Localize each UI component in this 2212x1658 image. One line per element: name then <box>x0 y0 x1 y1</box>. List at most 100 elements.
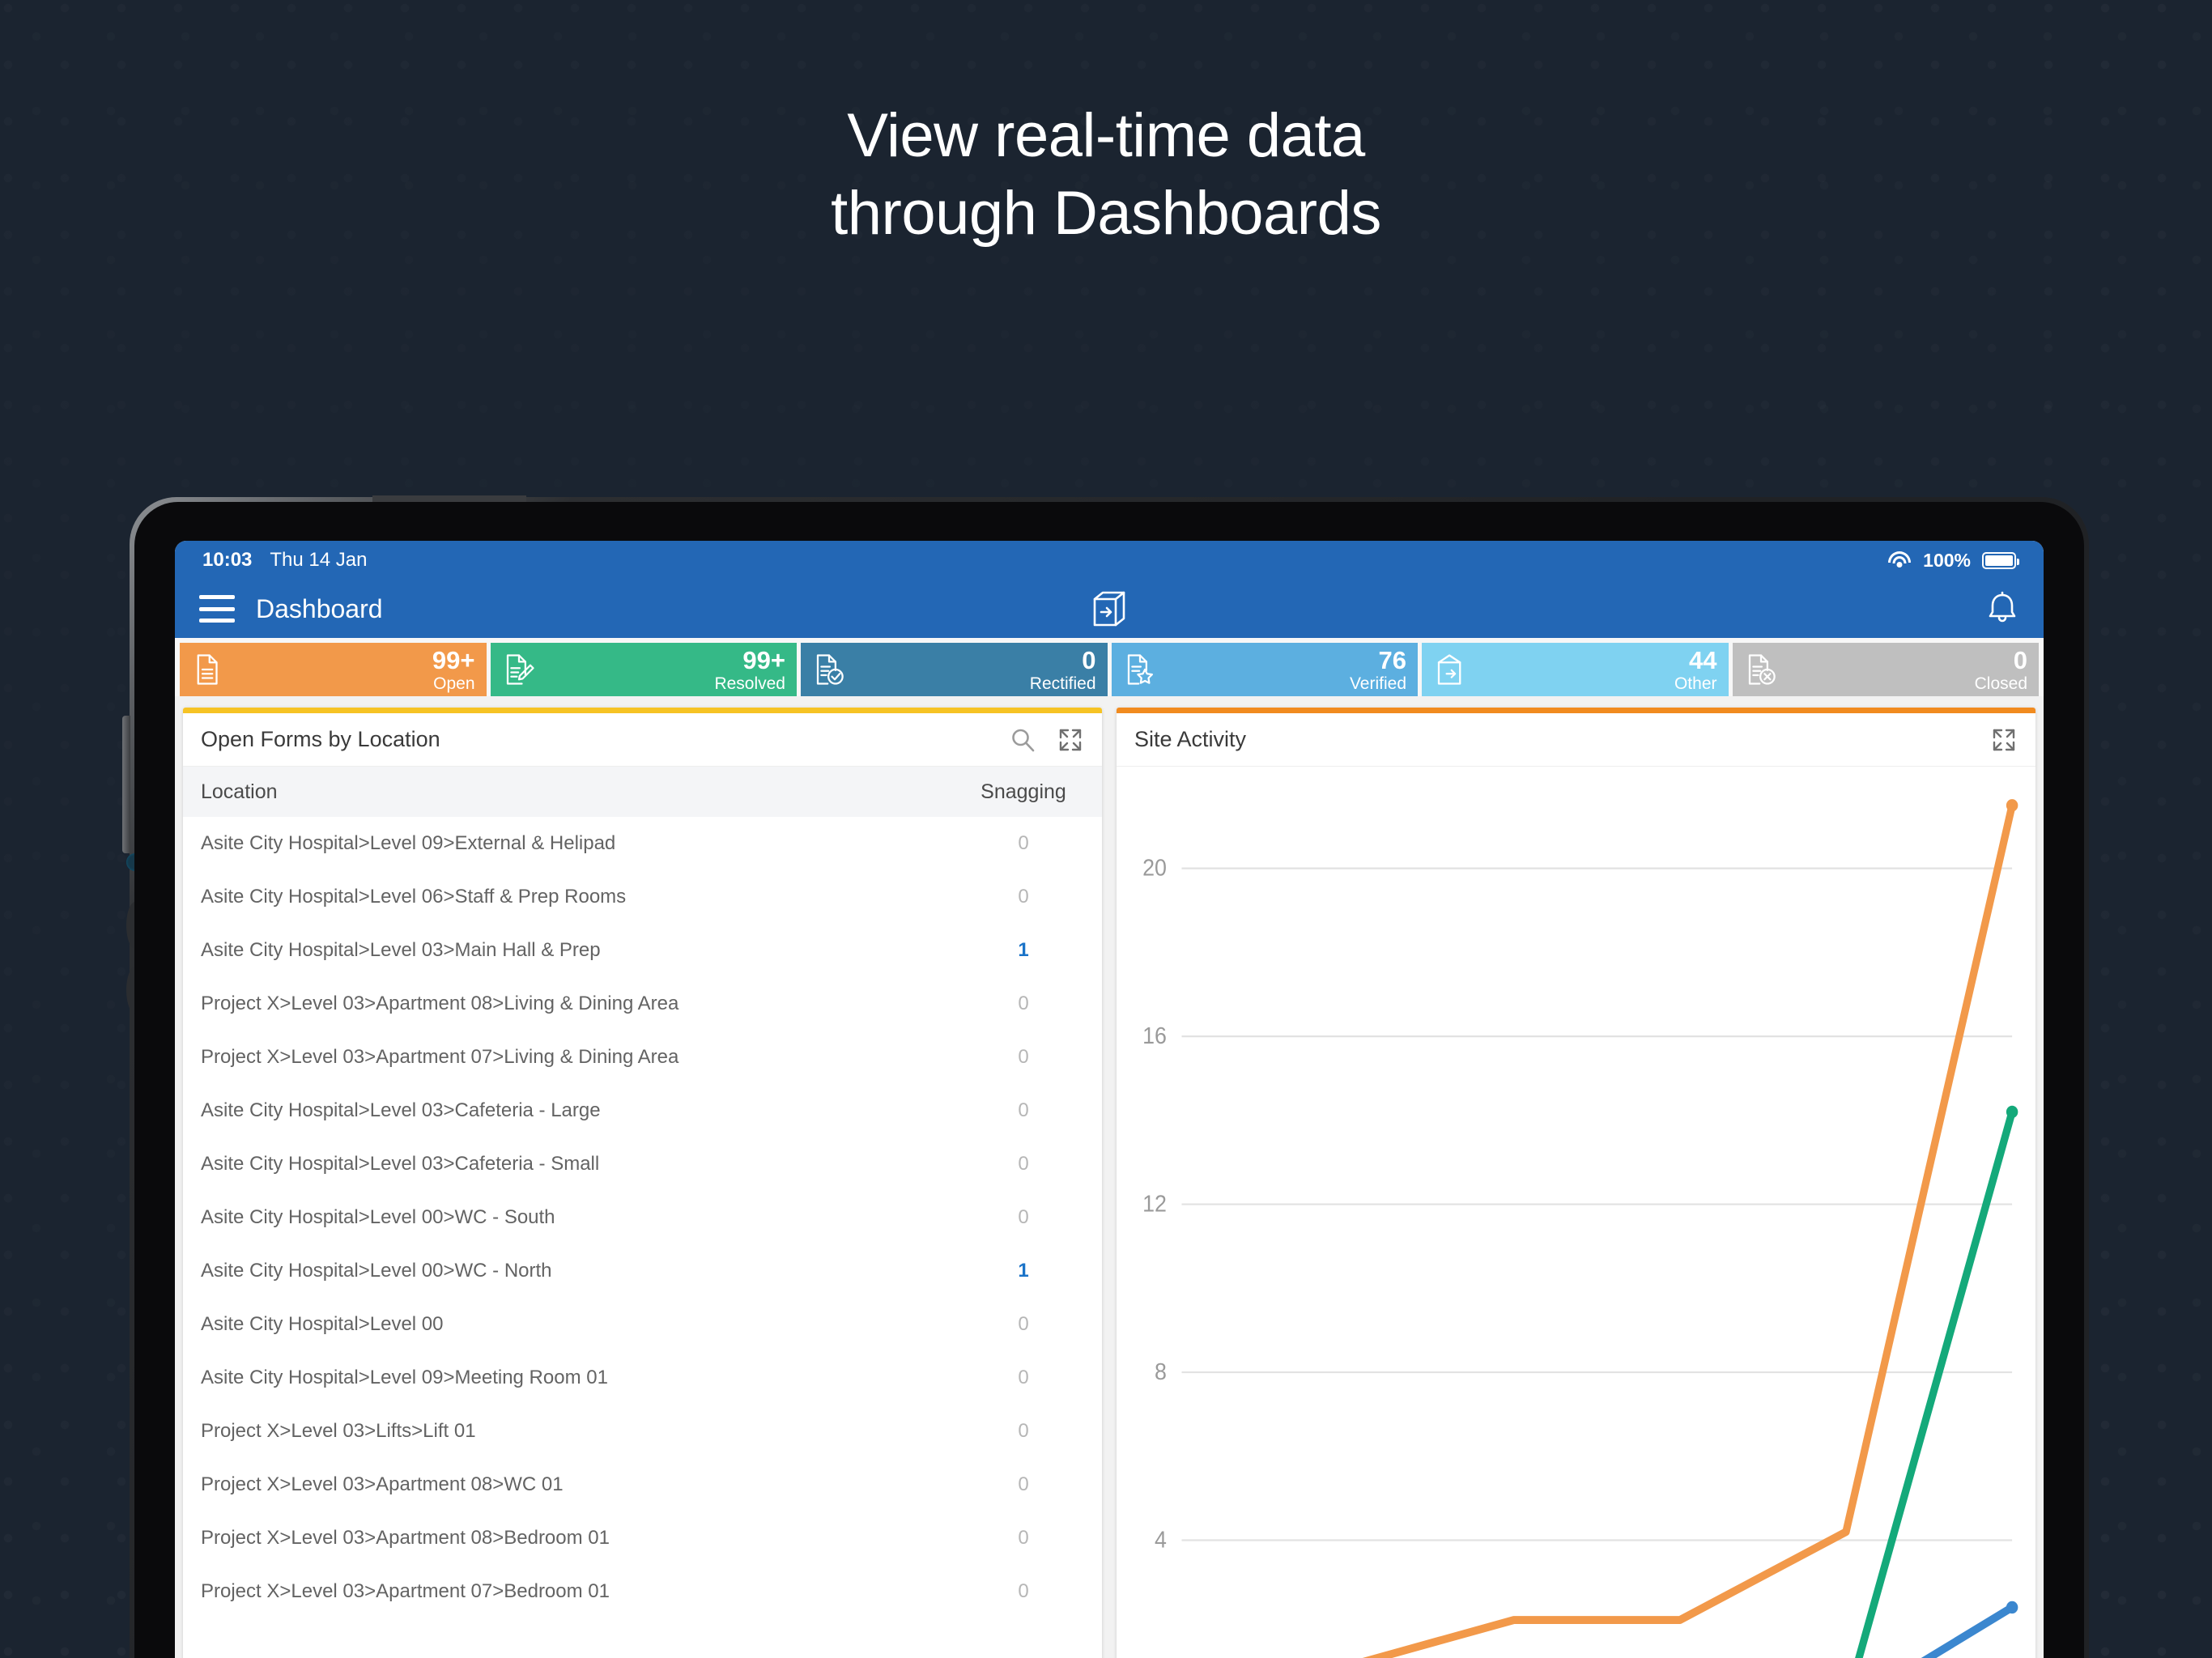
cell-snagging: 0 <box>1018 1367 1029 1388</box>
kpi-label: Open <box>433 674 475 693</box>
table-row[interactable]: Asite City Hospital>Level 09>Meeting Roo… <box>183 1351 1102 1405</box>
document-edit-icon <box>502 650 536 689</box>
activity-panel-title: Site Activity <box>1134 727 1247 751</box>
activity-panel-header: Site Activity <box>1117 713 2035 767</box>
site-activity-chart: 4 8 12 16 20 <box>1117 767 2035 1658</box>
forms-panel-header: Open Forms by Location <box>183 713 1102 767</box>
status-bar-right: 100% <box>1887 549 2019 572</box>
kpi-value: 99+ <box>742 645 785 674</box>
document-check-icon <box>812 650 846 689</box>
forms-panel-title: Open Forms by Location <box>201 727 440 751</box>
kpi-text: 0 Rectified <box>1030 648 1096 692</box>
table-row[interactable]: Project X>Level 03>Apartment 08>WC 01 0 <box>183 1458 1102 1511</box>
cell-location: Project X>Level 03>Apartment 08>Living &… <box>201 993 679 1014</box>
forms-table-body: Asite City Hospital>Level 09>External & … <box>183 817 1102 1618</box>
cell-location: Asite City Hospital>Level 03>Main Hall &… <box>201 939 601 961</box>
hamburger-menu-icon[interactable] <box>199 595 235 623</box>
cell-snagging: 0 <box>1018 1313 1029 1335</box>
cell-location: Asite City Hospital>Level 00 <box>201 1313 444 1335</box>
cell-location: Asite City Hospital>Level 09>External & … <box>201 832 616 854</box>
kpi-label: Resolved <box>714 674 785 693</box>
search-icon[interactable] <box>1010 727 1036 753</box>
document-cancel-icon <box>1744 650 1778 689</box>
battery-icon <box>1982 551 2019 569</box>
column-header-snagging: Snagging <box>981 780 1066 803</box>
cell-snagging: 0 <box>1018 1420 1029 1442</box>
tablet-frame: 10:03 Thu 14 Jan 100% Dashboard 99+ Open… <box>122 495 2089 1658</box>
kpi-value: 76 <box>1378 645 1406 674</box>
kpi-tile-closed[interactable]: 0 Closed <box>1732 643 2039 696</box>
svg-text:12: 12 <box>1142 1191 1167 1217</box>
table-row[interactable]: Asite City Hospital>Level 00>WC - North 1 <box>183 1244 1102 1298</box>
cell-location: Asite City Hospital>Level 03>Cafeteria -… <box>201 1153 600 1175</box>
cell-location: Project X>Level 03>Apartment 08>WC 01 <box>201 1473 564 1495</box>
kpi-value: 0 <box>2013 645 2027 674</box>
cell-location: Asite City Hospital>Level 00>WC - North <box>201 1260 552 1282</box>
app-bar: Dashboard <box>175 580 2044 638</box>
cell-snagging: 0 <box>1018 1099 1029 1121</box>
headline-line-2: through Dashboards <box>831 178 1381 248</box>
kpi-text: 76 Verified <box>1350 648 1406 692</box>
cell-snagging: 0 <box>1018 1527 1029 1549</box>
cube-arrow-icon[interactable] <box>1087 586 1132 631</box>
expand-icon[interactable] <box>1990 726 2018 754</box>
kpi-label: Other <box>1674 674 1717 693</box>
cell-snagging: 1 <box>1018 939 1029 961</box>
kpi-text: 44 Other <box>1674 648 1717 692</box>
svg-text:16: 16 <box>1142 1022 1167 1048</box>
kpi-tile-open[interactable]: 99+ Open <box>180 643 487 696</box>
document-share-icon <box>1433 650 1467 689</box>
cell-location: Asite City Hospital>Level 00>WC - South <box>201 1206 555 1228</box>
cell-location: Project X>Level 03>Lifts>Lift 01 <box>201 1420 476 1442</box>
kpi-value: 99+ <box>432 645 475 674</box>
kpi-value: 0 <box>1082 645 1096 674</box>
promo-headline: View real-time data through Dashboards <box>0 97 2212 253</box>
table-row[interactable]: Project X>Level 03>Apartment 07>Bedroom … <box>183 1565 1102 1618</box>
kpi-text: 0 Closed <box>1975 648 2027 692</box>
table-row[interactable]: Project X>Level 03>Lifts>Lift 01 0 <box>183 1405 1102 1458</box>
bell-icon[interactable] <box>1985 590 2019 627</box>
cell-snagging: 0 <box>1018 1153 1029 1175</box>
wifi-icon <box>1887 551 1912 569</box>
svg-text:4: 4 <box>1155 1527 1167 1553</box>
cell-location: Asite City Hospital>Level 06>Staff & Pre… <box>201 886 627 908</box>
activity-panel-actions <box>1990 726 2018 754</box>
open-forms-panel: Open Forms by Location Location Snagging… <box>183 708 1102 1658</box>
cell-snagging: 0 <box>1018 993 1029 1014</box>
battery-percent-label: 100% <box>1923 549 1971 571</box>
expand-icon[interactable] <box>1057 726 1084 754</box>
kpi-tile-rectified[interactable]: 0 Rectified <box>801 643 1108 696</box>
forms-panel-accent-bar <box>183 708 1102 713</box>
table-row[interactable]: Asite City Hospital>Level 00>WC - South 0 <box>183 1191 1102 1244</box>
kpi-tile-verified[interactable]: 76 Verified <box>1111 643 1418 696</box>
document-icon <box>191 650 225 689</box>
status-bar: 10:03 Thu 14 Jan 100% <box>175 541 2044 580</box>
table-row[interactable]: Asite City Hospital>Level 09>External & … <box>183 817 1102 870</box>
power-button[interactable] <box>122 716 130 853</box>
status-date: Thu 14 Jan <box>270 549 368 571</box>
kpi-label: Closed <box>1974 674 2027 693</box>
table-row[interactable]: Asite City Hospital>Level 06>Staff & Pre… <box>183 870 1102 924</box>
tablet-device: 10:03 Thu 14 Jan 100% Dashboard 99+ Open… <box>122 495 2089 1658</box>
table-row[interactable]: Project X>Level 03>Apartment 08>Bedroom … <box>183 1511 1102 1565</box>
table-row[interactable]: Project X>Level 03>Apartment 08>Living &… <box>183 977 1102 1031</box>
cell-location: Asite City Hospital>Level 09>Meeting Roo… <box>201 1367 608 1388</box>
status-time: 10:03 <box>202 549 253 571</box>
cell-snagging: 0 <box>1018 1580 1029 1602</box>
table-row[interactable]: Asite City Hospital>Level 03>Main Hall &… <box>183 924 1102 977</box>
cell-snagging: 0 <box>1018 1206 1029 1228</box>
table-row[interactable]: Asite City Hospital>Level 03>Cafeteria -… <box>183 1137 1102 1191</box>
kpi-text: 99+ Resolved <box>714 648 785 692</box>
table-row[interactable]: Project X>Level 03>Apartment 07>Living &… <box>183 1031 1102 1084</box>
line-chart-svg: 4 8 12 16 20 <box>1142 799 2018 1658</box>
cell-location: Project X>Level 03>Apartment 07>Bedroom … <box>201 1580 610 1602</box>
kpi-tile-strip: 99+ Open 99+ Resolved 0 Rectified 76 Verified 44… <box>175 638 2044 696</box>
kpi-tile-other[interactable]: 44 Other <box>1422 643 1729 696</box>
table-row[interactable]: Asite City Hospital>Level 03>Cafeteria -… <box>183 1084 1102 1137</box>
column-header-location: Location <box>201 780 278 803</box>
kpi-tile-resolved[interactable]: 99+ Resolved <box>490 643 797 696</box>
table-row[interactable]: Asite City Hospital>Level 00 0 <box>183 1298 1102 1351</box>
cell-snagging: 0 <box>1018 1473 1029 1495</box>
kpi-label: Rectified <box>1029 674 1096 693</box>
tablet-body: 10:03 Thu 14 Jan 100% Dashboard 99+ Open… <box>134 502 2084 1658</box>
